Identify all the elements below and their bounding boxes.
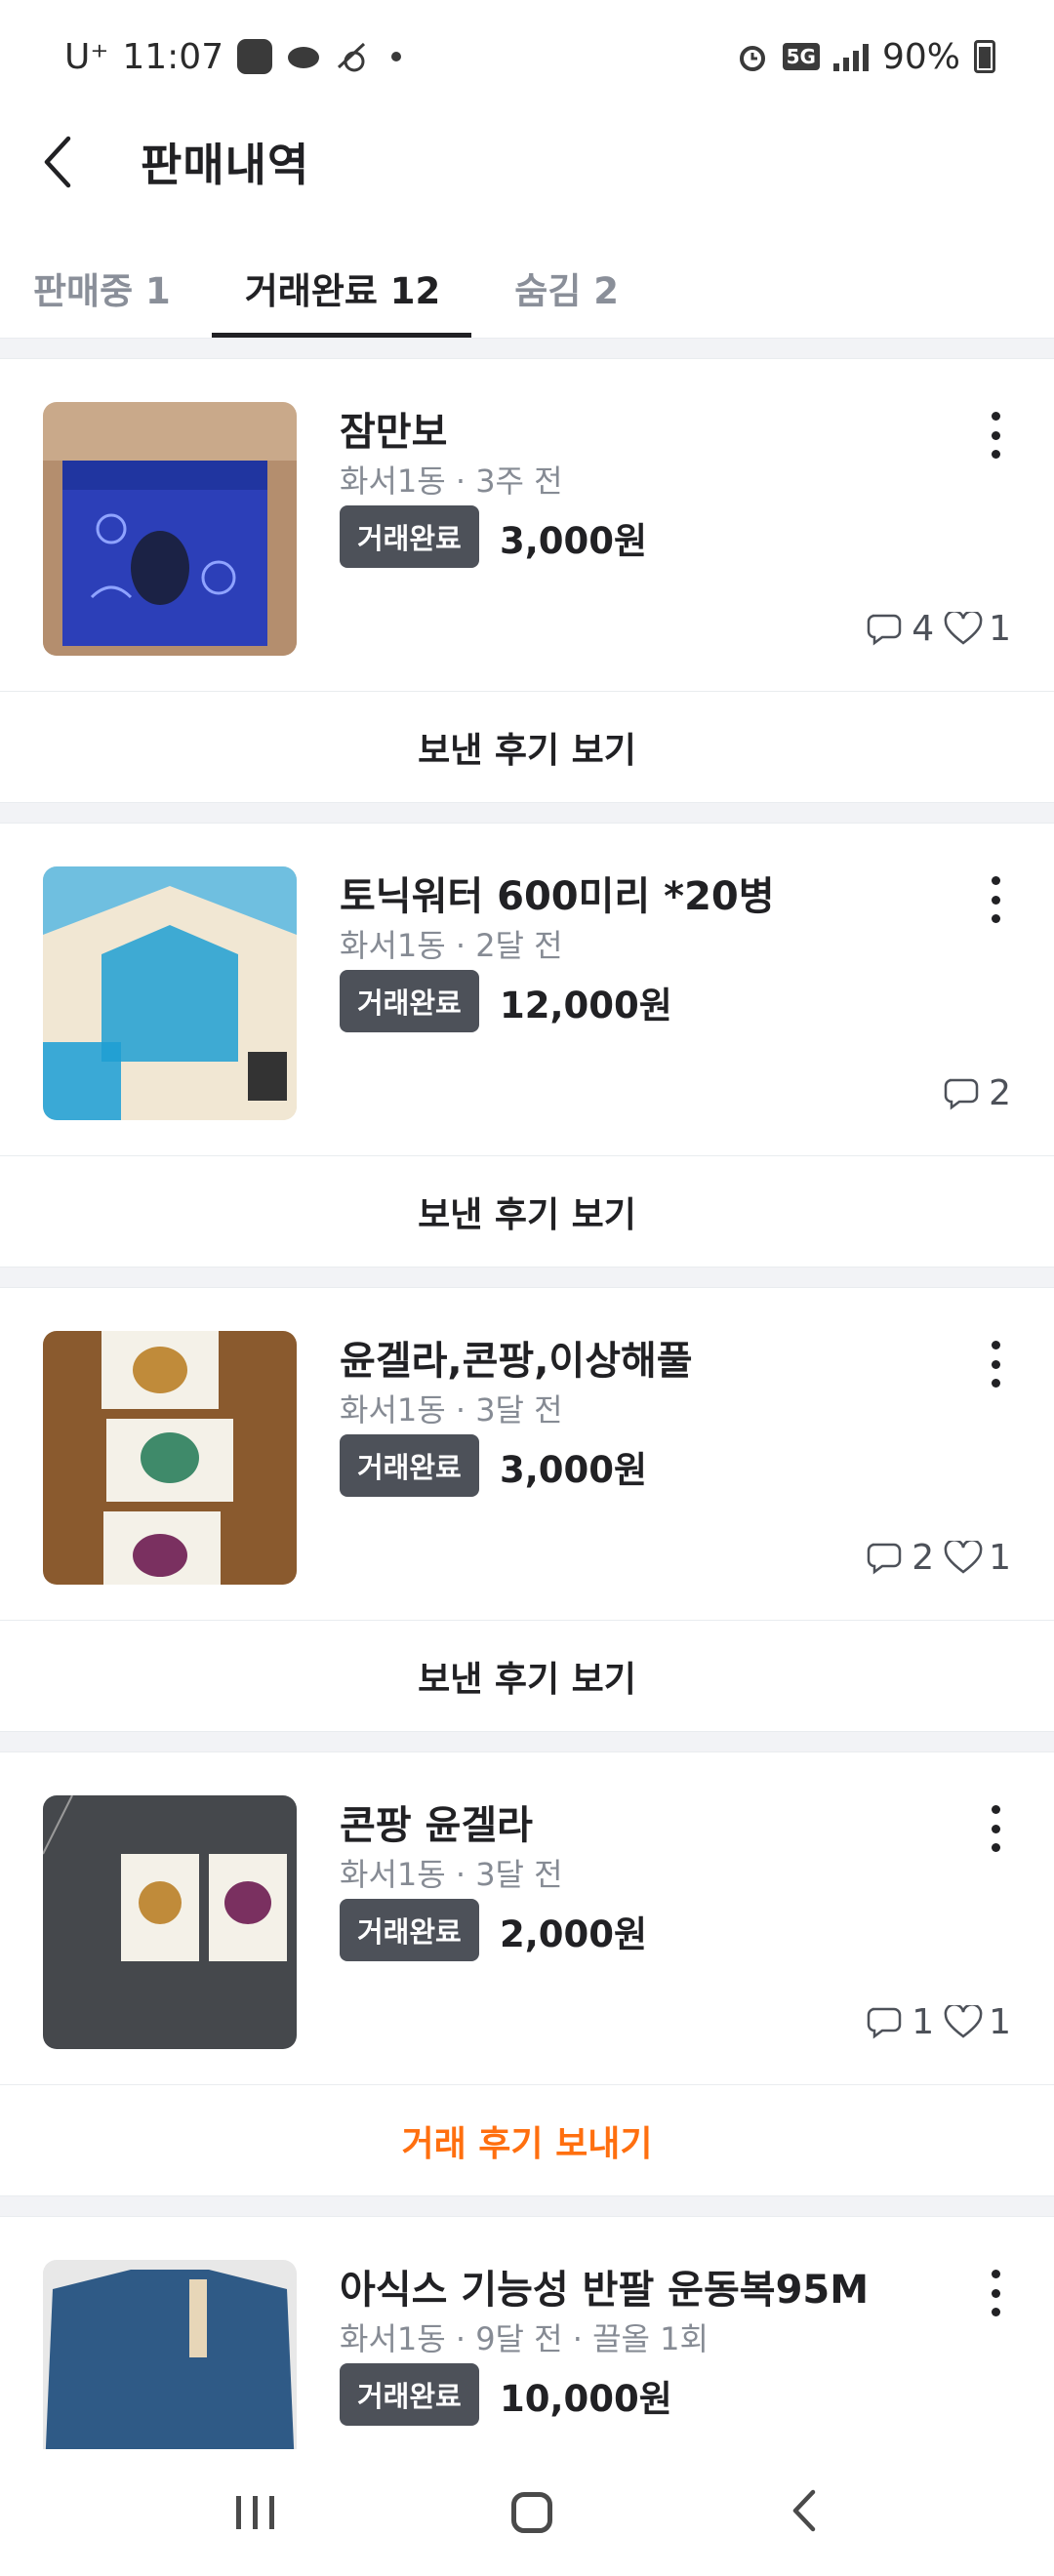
item-price: 3,000원 xyxy=(500,1449,648,1491)
list-item[interactable]: 잠만보 화서1동 · 3주 전 거래완료 3,000원 4 1 xyxy=(0,359,1054,691)
no-sound-icon xyxy=(338,42,366,72)
item-price: 2,000원 xyxy=(500,1913,648,1955)
send-review-button[interactable]: 거래 후기 보내기 xyxy=(0,2084,1054,2195)
item-thumbnail[interactable] xyxy=(43,402,297,656)
more-options-button[interactable] xyxy=(986,870,1005,929)
comment-count: 1 xyxy=(912,2002,935,2042)
chat-icon xyxy=(867,614,902,645)
comment-count: 2 xyxy=(912,1538,935,1578)
item-thumbnail[interactable] xyxy=(43,1331,297,1585)
item-counts: 4 1 xyxy=(867,609,1011,649)
divider xyxy=(0,2195,1054,2217)
item-title: 토닉워터 600미리 *20병 xyxy=(340,874,775,919)
item-price: 12,000원 xyxy=(500,985,672,1026)
item-counts: 1 1 xyxy=(867,2002,1011,2042)
status-badge: 거래완료 xyxy=(340,1899,479,1961)
status-badge: 거래완료 xyxy=(340,970,479,1032)
divider xyxy=(0,1267,1054,1288)
like-count: 1 xyxy=(989,1538,1011,1578)
chat-icon xyxy=(867,1543,902,1574)
item-counts: 2 1 xyxy=(867,1538,1011,1578)
tab-completed[interactable]: 거래완료 12 xyxy=(211,240,472,338)
item-meta: 화서1동 · 3달 전 xyxy=(340,1391,563,1429)
comment-count: 4 xyxy=(912,609,935,649)
divider xyxy=(0,338,1054,359)
chat-icon xyxy=(944,1078,979,1109)
carrier-label: U⁺ xyxy=(64,36,109,77)
system-back-button[interactable] xyxy=(790,2488,819,2537)
page-title: 판매내역 xyxy=(141,139,310,191)
signal-icon xyxy=(832,42,869,71)
sales-list: 잠만보 화서1동 · 3주 전 거래완료 3,000원 4 1 보낸 후기 보기 xyxy=(0,338,1054,2549)
clock: 11:07 xyxy=(122,36,224,77)
like-count: 1 xyxy=(989,2002,1011,2042)
app-notification-icon xyxy=(237,39,273,74)
tab-bar: 판매중 1 거래완료 12 숨김 2 xyxy=(0,240,1054,338)
item-meta: 화서1동 · 9달 전 · 끌올 1회 xyxy=(340,2320,709,2357)
item-thumbnail[interactable] xyxy=(43,866,297,1120)
chat-icon xyxy=(867,2007,902,2038)
recent-apps-button[interactable] xyxy=(235,2496,274,2529)
heart-icon xyxy=(944,611,983,645)
status-bar: U⁺ 11:07 5G 90% xyxy=(0,0,1054,113)
item-counts: 2 xyxy=(944,1073,1011,1113)
item-meta: 화서1동 · 2달 전 xyxy=(340,927,563,964)
item-title: 아식스 기능성 반팔 운동복95M xyxy=(340,2268,870,2313)
divider xyxy=(0,802,1054,824)
item-meta: 화서1동 · 3달 전 xyxy=(340,1856,563,1893)
item-title: 잠만보 xyxy=(340,410,448,455)
list-item[interactable]: 토닉워터 600미리 *20병 화서1동 · 2달 전 거래완료 12,000원… xyxy=(0,824,1054,1155)
list-item[interactable]: 윤겔라,콘팡,이상해풀 화서1동 · 3달 전 거래완료 3,000원 2 1 xyxy=(0,1288,1054,1620)
item-title: 윤겔라,콘팡,이상해풀 xyxy=(340,1339,693,1384)
system-nav-bar xyxy=(0,2449,1054,2576)
more-notifications-dot xyxy=(391,52,402,61)
more-options-button[interactable] xyxy=(986,406,1005,464)
chevron-left-icon xyxy=(792,2489,815,2532)
chevron-left-icon xyxy=(44,136,71,188)
item-meta: 화서1동 · 3주 전 xyxy=(340,463,563,500)
tab-hidden[interactable]: 숨김 2 xyxy=(514,240,619,338)
app-header: 판매내역 xyxy=(0,113,1054,211)
list-item[interactable]: 콘팡 윤겔라 화서1동 · 3달 전 거래완료 2,000원 1 1 xyxy=(0,1752,1054,2084)
view-sent-review-button[interactable]: 보낸 후기 보기 xyxy=(0,691,1054,802)
view-sent-review-button[interactable]: 보낸 후기 보기 xyxy=(0,1620,1054,1731)
divider xyxy=(0,1731,1054,1752)
item-title: 콘팡 윤겔라 xyxy=(340,1803,533,1848)
more-options-button[interactable] xyxy=(986,1335,1005,1393)
comment-count: 2 xyxy=(989,1073,1011,1113)
status-badge: 거래완료 xyxy=(340,1434,479,1497)
heart-icon xyxy=(944,2004,983,2038)
heart-icon xyxy=(944,1540,983,1574)
status-badge: 거래완료 xyxy=(340,2363,479,2426)
more-options-button[interactable] xyxy=(986,2264,1005,2322)
like-count: 1 xyxy=(989,609,1011,649)
battery-icon xyxy=(974,40,995,73)
back-button[interactable] xyxy=(0,113,117,211)
network-type-label: 5G xyxy=(782,43,820,70)
battery-percent: 90% xyxy=(881,36,960,77)
view-sent-review-button[interactable]: 보낸 후기 보기 xyxy=(0,1155,1054,1267)
tab-selling[interactable]: 판매중 1 xyxy=(33,240,171,338)
item-thumbnail[interactable] xyxy=(43,1795,297,2049)
item-price: 10,000원 xyxy=(500,2378,672,2420)
cloud-icon xyxy=(288,47,320,68)
item-price: 3,000원 xyxy=(500,520,648,562)
home-button[interactable] xyxy=(510,2492,552,2533)
status-badge: 거래완료 xyxy=(340,505,479,568)
alarm-icon xyxy=(739,46,765,71)
more-options-button[interactable] xyxy=(986,1799,1005,1858)
